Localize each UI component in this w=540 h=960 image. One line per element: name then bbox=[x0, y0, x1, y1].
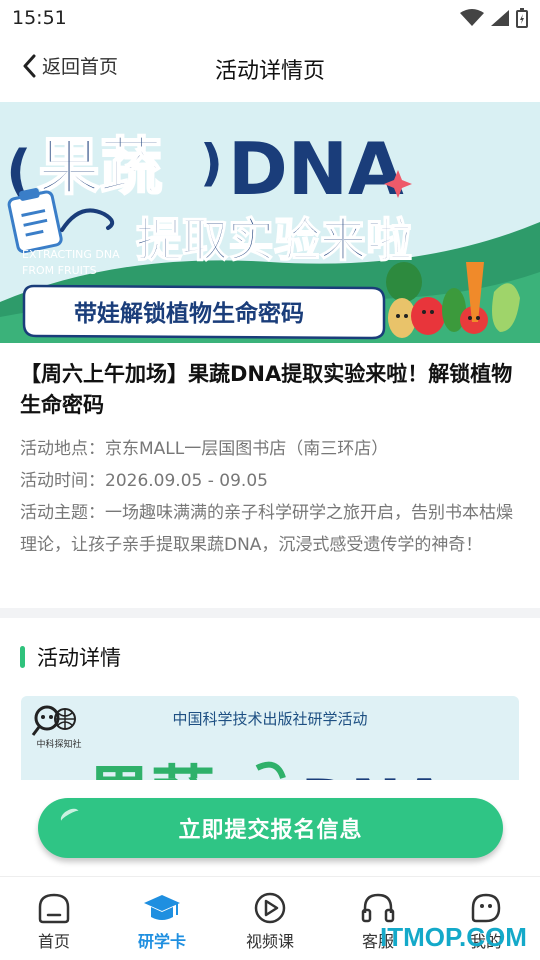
graduation-cap-icon bbox=[144, 895, 180, 920]
system-icons bbox=[460, 8, 528, 28]
section-header: 活动详情 bbox=[20, 642, 121, 672]
play-icon bbox=[254, 892, 286, 924]
tab-study-card[interactable]: 研学卡 bbox=[108, 877, 216, 960]
banner-title-cn: 果蔬 bbox=[38, 130, 162, 203]
home-icon bbox=[38, 893, 70, 924]
tab-study-card-label: 研学卡 bbox=[137, 932, 186, 951]
theme-label: 活动主题： bbox=[20, 503, 105, 523]
tab-home[interactable]: 首页 bbox=[0, 877, 108, 960]
battery-icon bbox=[516, 8, 528, 28]
watermark-text: ITMOP.COM bbox=[380, 922, 527, 952]
tab-video-course[interactable]: 视频课 bbox=[216, 877, 324, 960]
cta-bar: 立即提交报名信息 bbox=[0, 780, 540, 876]
nav-bar: 返回首页 活动详情页 bbox=[0, 36, 540, 102]
status-time: 15:51 bbox=[12, 7, 67, 29]
poster-org-title: 中国科学技术出版社研学活动 bbox=[172, 710, 368, 728]
cellular-signal-icon bbox=[491, 10, 509, 26]
submit-registration-button[interactable]: 立即提交报名信息 bbox=[38, 798, 503, 858]
activity-banner: ( 果蔬 ) DNA 提取实验来啦 EXTRACTING DNA FROM FR… bbox=[0, 102, 540, 343]
activity-location-row: 活动地点：京东MALL一层国图书店（南三环店） bbox=[20, 433, 520, 465]
submit-registration-label: 立即提交报名信息 bbox=[178, 818, 363, 843]
profile-face-icon bbox=[471, 893, 501, 923]
banner-subtitle: 提取实验来啦 bbox=[136, 213, 412, 267]
section-accent-bar bbox=[20, 646, 25, 668]
time-value: 2026.09.05 - 09.05 bbox=[105, 471, 268, 491]
activity-info-card: 【周六上午加场】果蔬DNA提取实验来啦！解锁植物生命密码 活动地点：京东MALL… bbox=[0, 343, 540, 608]
section-title: 活动详情 bbox=[37, 646, 121, 670]
button-shine bbox=[58, 805, 82, 827]
location-label: 活动地点： bbox=[20, 439, 105, 459]
headset-icon bbox=[361, 893, 395, 923]
activity-headline: 【周六上午加场】果蔬DNA提取实验来啦！解锁植物生命密码 bbox=[20, 362, 513, 417]
wifi-icon bbox=[460, 9, 484, 26]
activity-theme-row: 活动主题：一场趣味满满的亲子科学研学之旅开启，告别书本枯燥理论，让孩子亲手提取果… bbox=[20, 497, 520, 561]
banner-ribbon-text: 带娃解锁植物生命密码 bbox=[74, 300, 304, 327]
activity-time-row: 活动时间：2026.09.05 - 09.05 bbox=[20, 465, 520, 497]
location-value: 京东MALL一层国图书店（南三环店） bbox=[105, 439, 389, 459]
banner-english-line2: FROM FRUITS bbox=[22, 264, 97, 277]
banner-title-en: DNA bbox=[228, 127, 404, 211]
status-bar: 15:51 bbox=[0, 0, 540, 36]
tab-home-label: 首页 bbox=[37, 932, 70, 951]
banner-english-line1: EXTRACTING DNA bbox=[22, 248, 120, 261]
banner-bracket-right: ) bbox=[200, 134, 223, 192]
tab-video-course-label: 视频课 bbox=[245, 932, 294, 951]
time-label: 活动时间： bbox=[20, 471, 105, 491]
page-title: 活动详情页 bbox=[214, 59, 325, 84]
